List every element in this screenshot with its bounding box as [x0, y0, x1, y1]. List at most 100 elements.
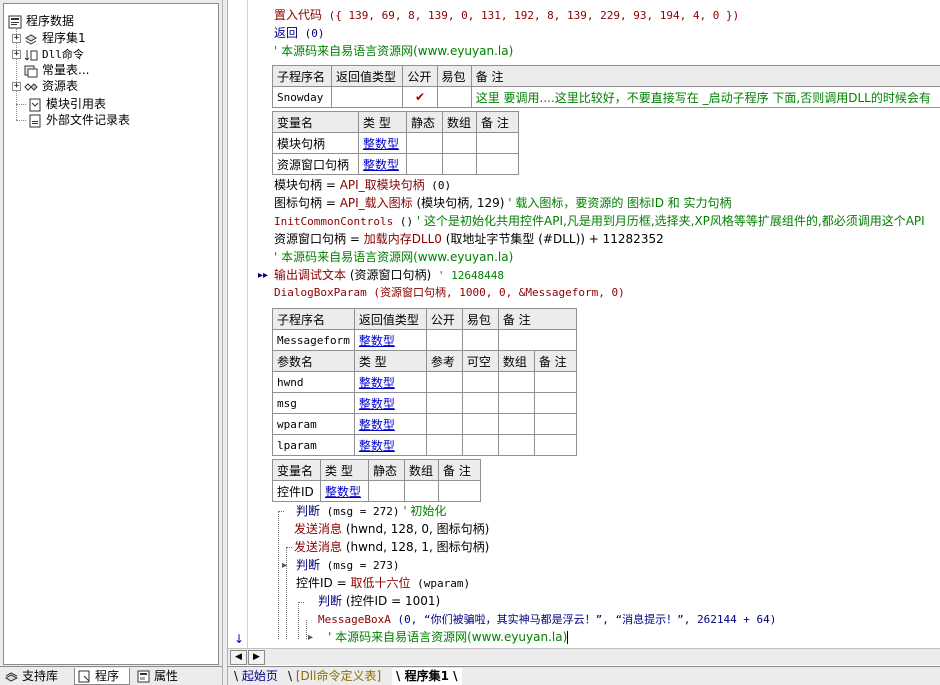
table-cell[interactable] — [533, 434, 577, 456]
param-name[interactable]: hwnd — [272, 371, 355, 393]
table-cell[interactable] — [461, 392, 499, 414]
tab-assembly-1[interactable]: \ 程序集1 \ — [392, 668, 462, 685]
code-line[interactable]: 控件ID = 取低十六位 (wparam) — [296, 574, 470, 592]
param-name[interactable]: msg — [272, 392, 355, 414]
code-line[interactable]: 返回 (0) — [274, 24, 325, 42]
table-cell[interactable] — [497, 413, 535, 435]
code-line[interactable]: 输出调试文本 (资源窗口句柄) ' 12648448 — [274, 266, 504, 284]
table-cell[interactable] — [406, 153, 443, 175]
param-type[interactable]: 整数型 — [353, 371, 427, 393]
header-cell: 类 型 — [353, 350, 427, 372]
code-line[interactable]: MessageBoxA (0, “你们被骗啦，其实神马都是浮云！”, “消息提示… — [318, 610, 776, 628]
expand-icon[interactable]: + — [12, 82, 21, 91]
param-type[interactable]: 整数型 — [353, 434, 427, 456]
code-comment[interactable]: ' 本源码来自易语言资源网(www.eyuyan.la) — [328, 628, 569, 646]
tab-properties[interactable]: 属性 — [134, 668, 190, 685]
tree-item-dll[interactable]: + Dll命令 — [12, 46, 84, 62]
code-line[interactable]: InitCommonControls () ' 这个是初始化共用控件API,凡是… — [274, 212, 925, 230]
param-type[interactable]: 整数型 — [353, 413, 427, 435]
code-line[interactable]: 判断 (msg = 272) ' 初始化 — [296, 502, 446, 520]
variable-type[interactable]: 整数型 — [358, 153, 407, 175]
table-cell[interactable] — [425, 392, 463, 414]
public-flag[interactable] — [425, 329, 463, 351]
scroll-left-icon[interactable]: ◀ — [230, 650, 247, 665]
header-cell: 可空 — [461, 350, 499, 372]
expand-icon[interactable]: + — [12, 34, 21, 43]
tree-root[interactable]: 程序数据 — [8, 13, 74, 29]
table-cell[interactable] — [461, 371, 499, 393]
left-panel: 程序数据 + 程序集1 + Dll命令 常量表... + 资源表 模块引用表 外部文件… — [0, 0, 226, 685]
code-line[interactable]: DialogBoxParam (资源窗口句柄, 1000, 0, &Messag… — [274, 284, 625, 302]
code-line[interactable]: 图标句柄 = API_载入图标 (模块句柄, 129) ' 载入图标，要资源的 … — [274, 194, 732, 212]
variable-name[interactable]: 控件ID — [272, 480, 321, 502]
tree-item-module-refs[interactable]: 模块引用表 — [28, 96, 106, 112]
table-cell[interactable] — [497, 371, 535, 393]
header-cell: 公开 — [425, 308, 463, 330]
param-name[interactable]: lparam — [272, 434, 355, 456]
subroutine-name[interactable]: Messageform — [272, 329, 355, 351]
tab-support-library[interactable]: 支持库 — [2, 668, 70, 685]
code-comment[interactable]: ' 本源码来自易语言资源网(www.eyuyan.la) — [274, 42, 513, 60]
variable-name[interactable]: 资源窗口句柄 — [272, 153, 359, 175]
code-comment[interactable]: ' 本源码来自易语言资源网(www.eyuyan.la) — [274, 248, 513, 266]
table-cell[interactable] — [461, 434, 499, 456]
code-line[interactable]: 发送消息 (hwnd, 128, 0, 图标句柄) — [294, 520, 489, 538]
tree-item-external-files[interactable]: 外部文件记录表 — [28, 112, 130, 128]
return-type[interactable] — [330, 86, 404, 108]
code-line[interactable]: 判断 (控件ID = 1001) — [318, 592, 440, 610]
table-cell[interactable] — [476, 153, 519, 175]
tree-item-constants[interactable]: 常量表... — [24, 62, 89, 78]
table-cell[interactable] — [476, 132, 519, 154]
subroutine-name[interactable]: Snowday — [272, 86, 332, 108]
table-cell[interactable] — [497, 392, 535, 414]
code-line[interactable]: 资源窗口句柄 = 加载内存DLL0 (取地址字节集型 (#DLL)) + 112… — [274, 230, 664, 248]
return-type[interactable]: 整数型 — [353, 329, 427, 351]
code-line[interactable]: 发送消息 (hwnd, 128, 1, 图标句柄) — [294, 538, 489, 556]
tab-dll-definitions[interactable]: \ [Dll命令定义表] — [284, 668, 390, 685]
tree-item-assembly[interactable]: + 程序集1 — [12, 30, 86, 46]
table-cell[interactable] — [533, 392, 577, 414]
code-editor[interactable]: 置入代码 ({ 139, 69, 8, 139, 0, 131, 192, 8,… — [228, 0, 940, 648]
table-cell[interactable] — [533, 371, 577, 393]
table-cell[interactable] — [368, 480, 405, 502]
subroutine-note[interactable]: 这里 要调用....这里比较好，不要直接写在 _启动子程序 下面,否则调用DLL… — [470, 86, 940, 108]
variable-type[interactable]: 整数型 — [320, 480, 369, 502]
table-cell[interactable] — [406, 132, 443, 154]
breakpoint-arrow-icon[interactable]: ▸▸ — [258, 270, 268, 281]
table-row: 资源窗口句柄 整数型 — [272, 153, 519, 175]
scroll-right-icon[interactable]: ▶ — [248, 650, 265, 665]
expand-icon[interactable]: + — [12, 50, 21, 59]
table-cell[interactable] — [461, 413, 499, 435]
variable-type[interactable]: 整数型 — [358, 132, 407, 154]
table-row: msg 整数型 — [272, 392, 577, 414]
variable-name[interactable]: 模块句柄 — [272, 132, 359, 154]
table-cell[interactable] — [425, 434, 463, 456]
param-name[interactable]: wparam — [272, 413, 355, 435]
table-cell[interactable] — [442, 153, 477, 175]
code-line[interactable]: 置入代码 ({ 139, 69, 8, 139, 0, 131, 192, 8,… — [274, 6, 739, 24]
param-type[interactable]: 整数型 — [353, 392, 427, 414]
header-cell: 类 型 — [358, 111, 407, 133]
table-cell[interactable] — [442, 132, 477, 154]
header-cell: 数组 — [442, 111, 477, 133]
horizontal-scrollbar[interactable]: ◀ ▶ — [228, 648, 940, 665]
tab-program[interactable]: 程序 — [74, 668, 130, 685]
table-cell[interactable] — [438, 480, 481, 502]
table-cell[interactable] — [425, 371, 463, 393]
header-cell: 返回值类型 — [330, 65, 404, 87]
table-cell[interactable] — [425, 413, 463, 435]
easy-package-flag[interactable] — [436, 86, 472, 108]
subroutine-note[interactable] — [497, 329, 577, 351]
table-cell[interactable] — [404, 480, 439, 502]
tab-start-page[interactable]: \ 起始页 — [230, 668, 282, 685]
tree-item-resources[interactable]: + 资源表 — [12, 78, 78, 94]
table-cell[interactable] — [497, 434, 535, 456]
code-line[interactable]: 模块句柄 = API_取模块句柄 (0) — [274, 176, 451, 194]
code-line[interactable]: 判断 (msg = 273) — [296, 556, 400, 574]
easy-package-flag[interactable] — [461, 329, 499, 351]
fold-arrow-icon[interactable]: ▸ — [308, 632, 313, 643]
public-flag[interactable]: ✔ — [402, 86, 438, 108]
fold-arrow-icon[interactable]: ▸ — [282, 560, 287, 571]
table-cell[interactable] — [533, 413, 577, 435]
check-icon: ✔ — [414, 90, 425, 104]
